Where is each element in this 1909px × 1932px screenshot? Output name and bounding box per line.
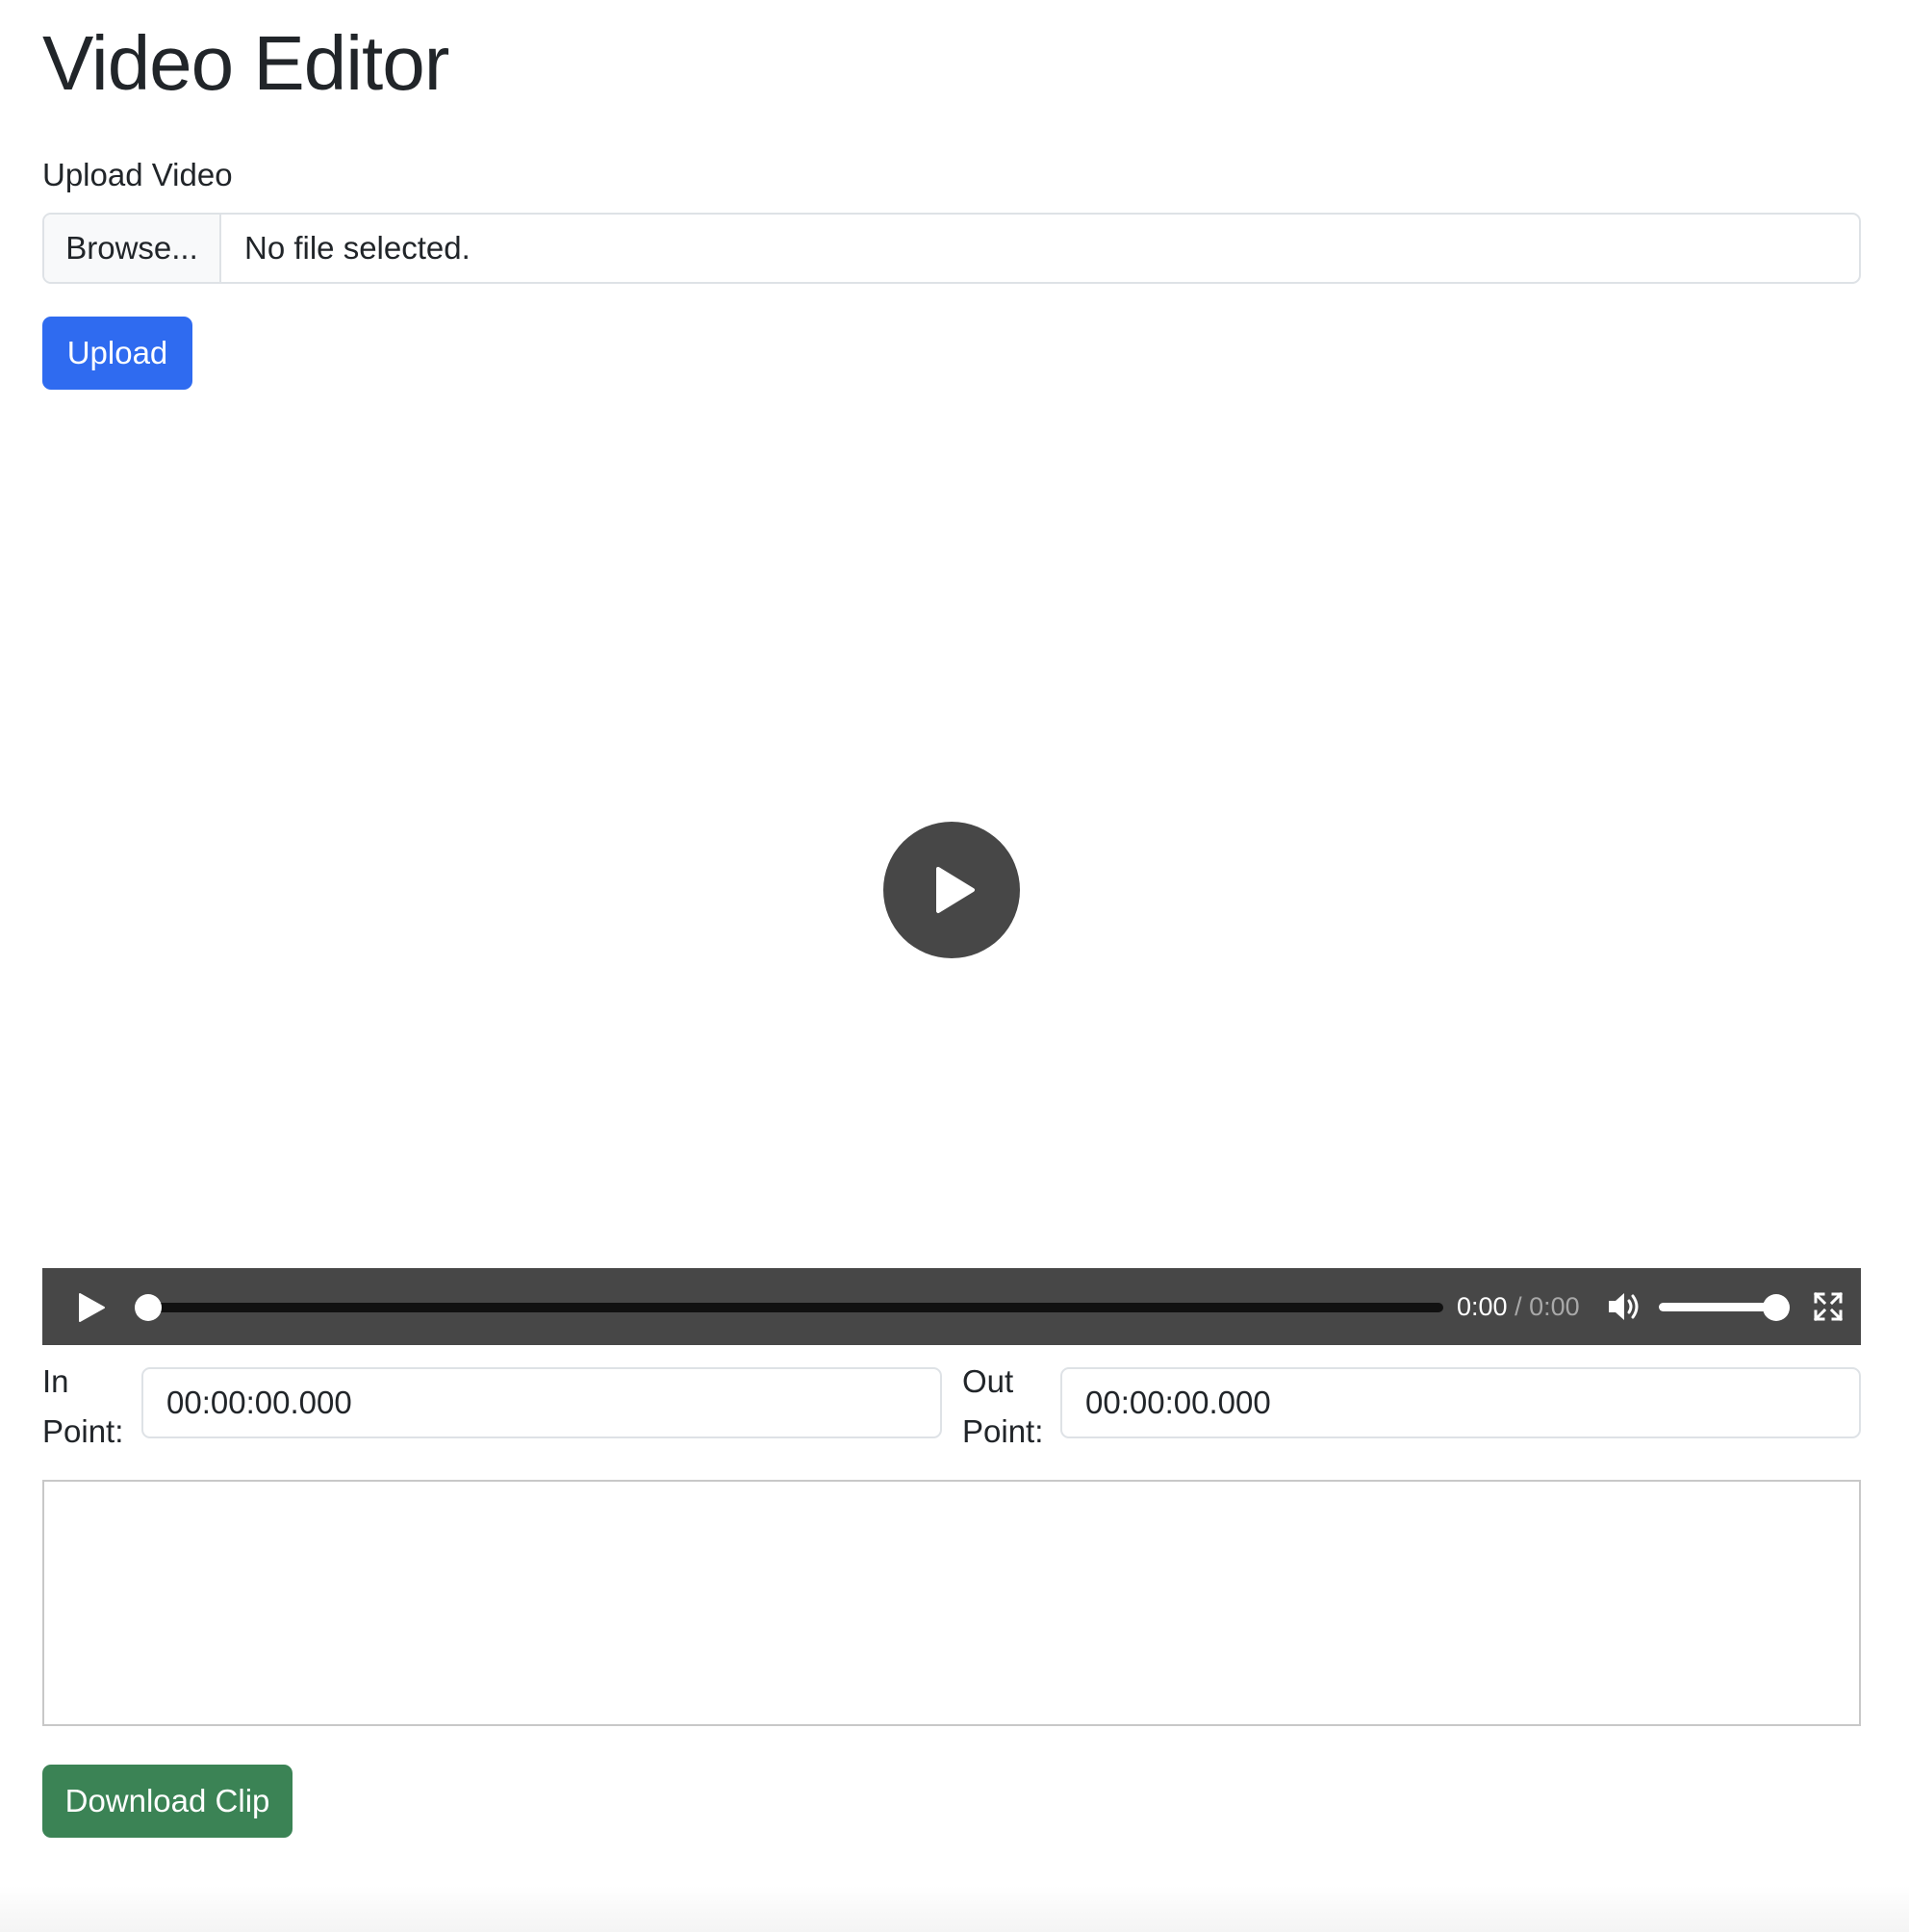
current-time: 0:00 [1457,1292,1508,1321]
volume-slider[interactable] [1659,1303,1774,1311]
download-clip-button[interactable]: Download Clip [42,1765,293,1838]
timeline-area[interactable] [42,1480,1861,1726]
out-point-input[interactable] [1060,1367,1861,1438]
browse-button[interactable]: Browse... [44,215,221,282]
play-circle-icon[interactable] [883,822,1020,958]
time-display: 0:00 / 0:00 [1457,1287,1580,1326]
fullscreen-icon[interactable] [1813,1291,1844,1322]
video-player[interactable]: 0:00 / 0:00 [42,423,1861,1345]
file-status: No file selected. [244,230,471,266]
play-icon[interactable] [75,1291,108,1324]
upload-video-label: Upload Video [42,157,233,192]
volume-icon[interactable] [1607,1289,1643,1324]
page: Video Editor Upload Video Browse... No f… [0,0,1909,1932]
page-title: Video Editor [42,20,449,106]
out-point-label-line1: Out [962,1363,1014,1399]
seek-bar[interactable] [137,1303,1443,1312]
player-controls: 0:00 / 0:00 [42,1268,1861,1345]
out-point-label: Out Point: [962,1357,1043,1457]
time-separator: / [1514,1292,1522,1321]
seek-thumb[interactable] [135,1294,162,1321]
in-point-label: In Point: [42,1357,123,1457]
in-point-label-line2: Point: [42,1413,124,1449]
in-point-label-line1: In [42,1363,69,1399]
file-input[interactable]: Browse... No file selected. [42,213,1861,284]
upload-button[interactable]: Upload [42,317,192,390]
out-point-label-line2: Point: [962,1413,1044,1449]
footer-band [0,1886,1909,1932]
volume-thumb[interactable] [1763,1294,1790,1321]
duration: 0:00 [1529,1292,1580,1321]
in-point-input[interactable] [141,1367,942,1438]
